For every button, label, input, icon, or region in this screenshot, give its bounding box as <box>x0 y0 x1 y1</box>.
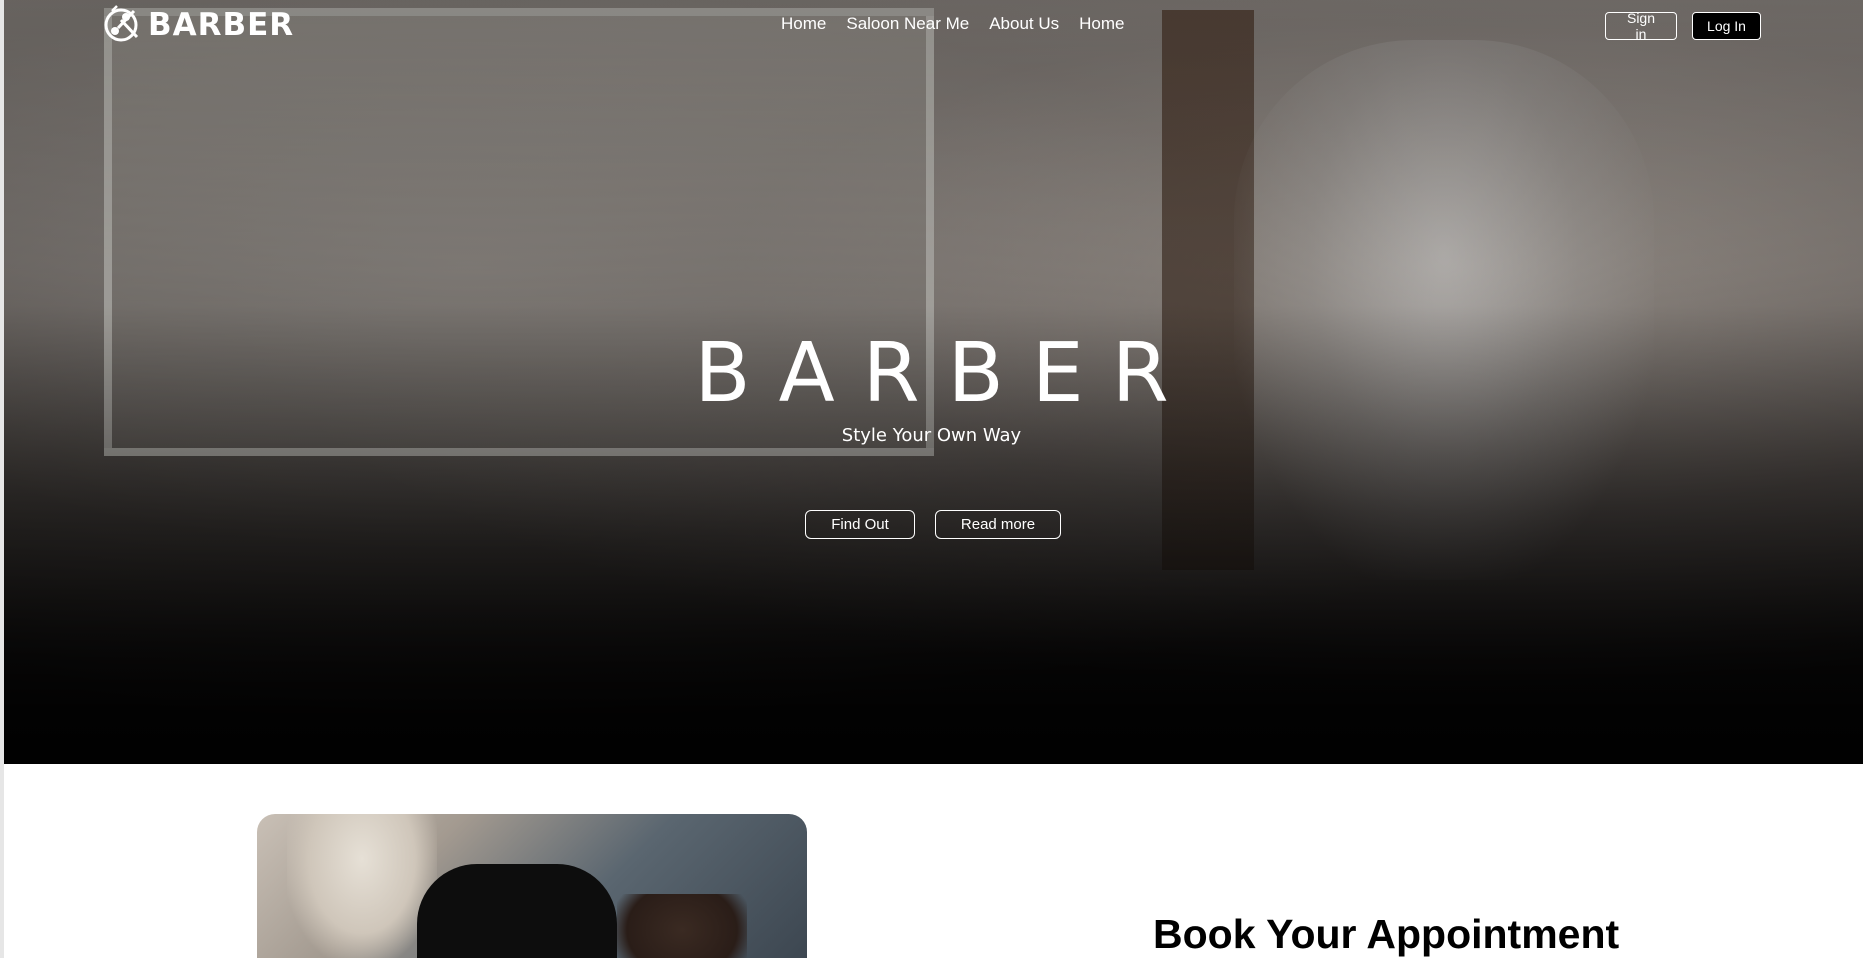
brand-logo[interactable]: BARBER <box>104 3 294 47</box>
nav-link-about-us[interactable]: About Us <box>989 14 1059 34</box>
hero-title: BARBER <box>694 326 1197 421</box>
read-more-button[interactable]: Read more <box>935 510 1061 539</box>
hero-tagline: Style Your Own Way <box>841 425 1022 446</box>
main-nav: Home Saloon Near Me About Us Home <box>781 14 1125 34</box>
brand-name: BARBER <box>148 7 295 43</box>
nav-link-home-2[interactable]: Home <box>1079 14 1124 34</box>
nav-link-home[interactable]: Home <box>781 14 826 34</box>
photo-stylist-shirt <box>417 864 617 958</box>
find-out-button[interactable]: Find Out <box>805 510 915 539</box>
nav-link-saloon-near-me[interactable]: Saloon Near Me <box>846 14 969 34</box>
scissors-comb-logo-icon <box>104 5 139 42</box>
booking-photo <box>257 814 807 958</box>
sign-in-button[interactable]: Sign in <box>1605 10 1677 42</box>
photo-client-hair <box>617 894 747 958</box>
auth-buttons: Sign in Log In <box>1605 10 1761 42</box>
hero-actions: Find Out Read more <box>805 510 1061 539</box>
booking-title: Book Your Appointment <box>1153 911 1620 957</box>
log-in-button[interactable]: Log In <box>1692 12 1761 40</box>
photo-stylist-hair <box>287 814 437 958</box>
